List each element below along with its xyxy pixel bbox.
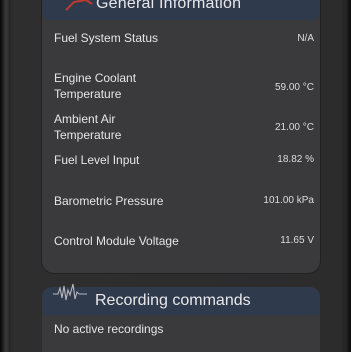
control-module-voltage-value: 11.65 V xyxy=(280,235,314,246)
recording-commands-title: Recording commands xyxy=(95,292,251,309)
engine-coolant-temperature-label: Engine Coolant Temperature xyxy=(54,71,137,101)
fuel-system-status-value: N/A xyxy=(297,33,314,44)
waveform-icon xyxy=(53,283,87,301)
device-bezel-right xyxy=(345,0,351,352)
fuel-level-input-value: 18.82 % xyxy=(277,154,314,165)
ambient-air-temperature-value: 21.00 °C xyxy=(274,122,314,133)
control-module-voltage-label: Control Module Voltage xyxy=(54,234,179,248)
barometric-pressure-label: Barometric Pressure xyxy=(54,194,164,208)
fuel-level-input-label: Fuel Level Input xyxy=(54,153,140,167)
engine-coolant-temperature-value: 59.00 °C xyxy=(274,82,314,93)
barometric-pressure-value: 101.00 kPa xyxy=(263,195,314,206)
ambient-air-temperature-label: Ambient Air Temperature xyxy=(54,112,122,142)
section-logo-icon xyxy=(65,0,93,11)
phone-screen: General Information Fuel System Status N… xyxy=(0,0,351,352)
device-bezel-left xyxy=(0,0,10,352)
general-information-title: General Information xyxy=(96,0,242,12)
recording-status-text: No active recordings xyxy=(54,322,164,336)
fuel-system-status-label: Fuel System Status xyxy=(54,31,159,45)
